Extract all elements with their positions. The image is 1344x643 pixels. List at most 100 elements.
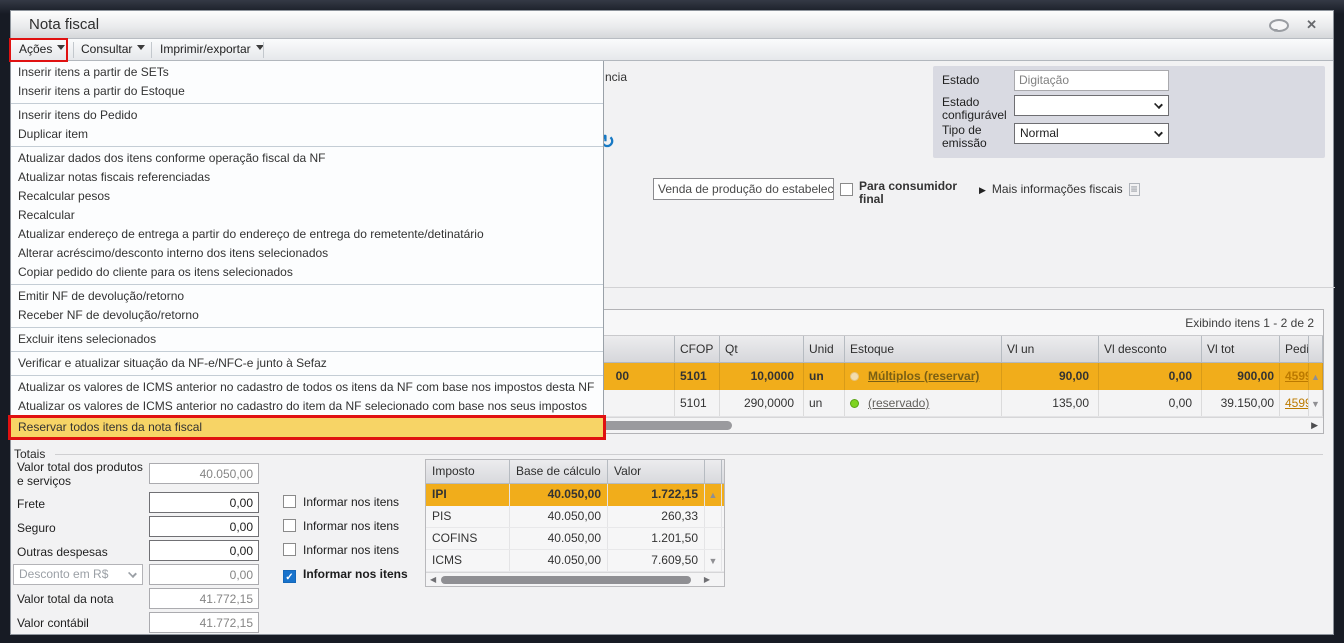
seguro-field[interactable] [149,516,259,537]
menu-item-atualizar-endereco-entrega[interactable]: Atualizar endereço de entrega a partir d… [11,225,603,244]
tipo-emissao-select[interactable]: Normal [1014,123,1169,144]
scroll-right-icon[interactable]: ▶ [704,575,710,584]
informar-frete: Informar nos itens [283,495,399,511]
estoque-link[interactable]: (reservado) [868,396,929,410]
scroll-down-icon[interactable]: ▼ [1311,399,1320,409]
mais-informacoes-fiscais-link[interactable]: ▶ Mais informações fiscais ≡ [979,182,1140,196]
tax-table: Imposto Base de cálculo Valor IPI 40.050… [425,459,725,587]
column-header-estoque[interactable]: Estoque [845,336,1002,362]
scroll-up-cell: ▲ [705,484,722,506]
comment-bubble-icon[interactable] [1269,19,1289,32]
menu-item-inserir-estoque[interactable]: Inserir itens a partir do Estoque [11,82,603,101]
menu-item-inserir-sets[interactable]: Inserir itens a partir de SETs [11,63,603,82]
item-vl-desconto: 0,00 [1099,363,1202,390]
pedido-link[interactable]: 4599 [1285,396,1308,410]
estado-field: Digitação [1014,70,1169,91]
tax-name: PIS [426,506,510,527]
menu-imprimir-exportar[interactable]: Imprimir/exportar [154,39,270,60]
nota-fiscal-window: Nota fiscal ✕ Ações Consultar Imprimir/e… [9,10,1335,635]
desconto-tipo-select[interactable]: Desconto em R$ [13,564,143,585]
informar-outras-checkbox[interactable] [283,543,296,556]
valor-nota-field [149,588,259,609]
column-header-pedido[interactable]: Pedido [1280,336,1309,362]
scroll-right-icon[interactable]: ▶ [1311,420,1318,431]
tax-valor: 260,33 [608,506,705,527]
column-header-base-calculo[interactable]: Base de cálculo [510,460,608,483]
tax-name: IPI [426,484,510,506]
estoque-link[interactable]: Múltiplos (reservar) [868,369,979,383]
menu-bar: Ações Consultar Imprimir/exportar [9,38,1333,62]
menu-item-excluir-itens[interactable]: Excluir itens selecionados [11,330,603,349]
informar-seguro-checkbox[interactable] [283,519,296,532]
scroll-up-cell: ▲ [1309,363,1323,390]
table-row[interactable]: ICMS 40.050,00 7.609,50 ▼ [426,550,724,572]
tax-base: 40.050,00 [510,506,608,527]
estado-configuravel-select[interactable] [1014,95,1169,116]
menubar-divider [73,42,74,58]
item-pedido: 4599 [1280,390,1309,416]
desconto-field[interactable] [149,564,259,585]
menu-consultar[interactable]: Consultar [75,39,151,60]
informar-desconto-checkbox[interactable]: ✓ [283,570,296,583]
informar-frete-checkbox[interactable] [283,495,296,508]
item-qt: 10,0000 [720,363,804,390]
outras-despesas-field[interactable] [149,540,259,561]
column-header-vl-un[interactable]: Vl un [1002,336,1099,362]
menu-separator [11,327,603,328]
frete-field[interactable] [149,492,259,513]
seguro-label: Seguro [17,521,56,535]
menu-item-atualizar-notas-referenciadas[interactable]: Atualizar notas fiscais referenciadas [11,168,603,187]
scroll-up-icon[interactable]: ▲ [709,490,718,500]
item-estoque: Múltiplos (reservar) [845,363,1002,390]
tax-valor: 7.609,50 [608,550,705,571]
item-cfop: 5101 [675,363,720,390]
pedido-link[interactable]: 4599 [1285,369,1308,383]
horizontal-scrollbar[interactable]: ◀ ▶ [426,572,724,586]
menu-item-recalcular[interactable]: Recalcular [11,206,603,225]
title-bar: Nota fiscal ✕ [11,11,1333,39]
item-pedido: 4599 [1280,363,1309,390]
menu-item-reservar-todos-itens[interactable]: Reservar todos itens da nota fiscal [11,418,603,437]
column-header-valor[interactable]: Valor [608,460,705,483]
menu-item-recalcular-pesos[interactable]: Recalcular pesos [11,187,603,206]
scroll-down-icon[interactable]: ▼ [709,556,718,566]
table-row[interactable]: PIS 40.050,00 260,33 [426,506,724,528]
scrollbar-thumb[interactable] [441,576,691,584]
estado-panel: Estado Digitação Estado configurável Tip… [933,66,1325,158]
column-header-vl-tot[interactable]: Vl tot [1202,336,1280,362]
menu-separator [11,146,603,147]
menu-item-emitir-nf-devolucao[interactable]: Emitir NF de devolução/retorno [11,287,603,306]
item-unid: un [804,363,845,390]
scroll-up-icon[interactable]: ▲ [1311,372,1320,382]
scroll-cell [705,528,722,549]
column-header-vl-desconto[interactable]: Vl desconto [1099,336,1202,362]
totais-legend: Totais [14,447,46,461]
menu-item-verificar-sefaz[interactable]: Verificar e atualizar situação da NF-e/N… [11,354,603,373]
column-header-qt[interactable]: Qt [720,336,804,362]
page-title: Nota fiscal [29,16,100,33]
column-header-scroll [1309,336,1323,362]
table-row[interactable]: IPI 40.050,00 1.722,15 ▲ [426,484,724,506]
close-icon[interactable]: ✕ [1306,17,1317,33]
menu-item-duplicar-item[interactable]: Duplicar item [11,125,603,144]
scroll-down-cell: ▼ [705,550,722,571]
menu-item-atualizar-icms-selecionado[interactable]: Atualizar os valores de ICMS anterior no… [11,397,603,416]
column-header-cfop[interactable]: CFOP [675,336,720,362]
menu-item-inserir-pedido[interactable]: Inserir itens do Pedido [11,106,603,125]
item-vl-un: 135,00 [1002,390,1099,416]
menu-item-receber-nf-devolucao[interactable]: Receber NF de devolução/retorno [11,306,603,325]
column-header-imposto[interactable]: Imposto [426,460,510,483]
menu-item-atualizar-icms-todos[interactable]: Atualizar os valores de ICMS anterior no… [11,378,603,397]
natureza-operacao-field[interactable]: Venda de produção do estabelecime [653,178,834,200]
menu-item-atualizar-dados-itens[interactable]: Atualizar dados dos itens conforme opera… [11,149,603,168]
scroll-left-icon[interactable]: ◀ [430,575,436,584]
column-header-unid[interactable]: Unid [804,336,845,362]
table-row[interactable]: COFINS 40.050,00 1.201,50 [426,528,724,550]
tax-valor: 1.722,15 [608,484,705,506]
informar-seguro: Informar nos itens [283,519,399,535]
menu-item-alterar-acrescimo-desconto[interactable]: Alterar acréscimo/desconto interno dos i… [11,244,603,263]
para-consumidor-final-checkbox[interactable] [840,183,853,196]
menu-acoes[interactable]: Ações [13,39,71,60]
valor-contabil-field [149,612,259,633]
menu-item-copiar-pedido-cliente[interactable]: Copiar pedido do cliente para os itens s… [11,263,603,282]
